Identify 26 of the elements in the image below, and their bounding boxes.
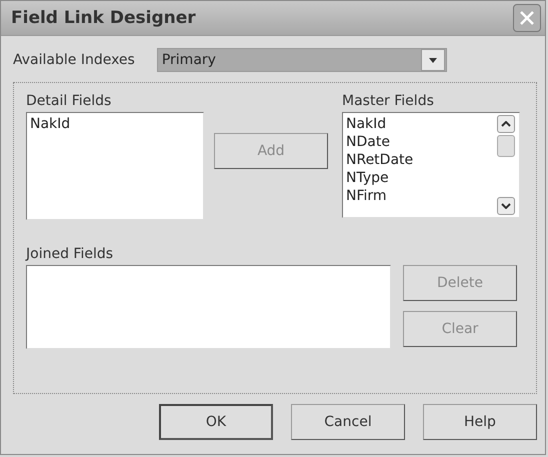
joined-fields-label: Joined Fields — [26, 246, 114, 262]
scroll-up-button[interactable] — [497, 115, 515, 133]
list-item[interactable]: NType — [346, 169, 494, 187]
joined-fields-list[interactable] — [26, 265, 391, 349]
dialog-button[interactable]: OK — [159, 404, 273, 440]
close-icon — [519, 10, 535, 26]
master-fields-list[interactable]: NakId NDate NRetDate NType NFirm — [342, 112, 520, 218]
list-item[interactable]: NRetDate — [346, 151, 494, 169]
indexes-dropdown[interactable]: Primary — [156, 48, 447, 72]
master-fields-label: Master Fields — [342, 93, 435, 109]
chevron-down-icon — [501, 203, 511, 209]
list-item[interactable]: NDate — [346, 133, 494, 151]
detail-fields-label: Detail Fields — [26, 93, 112, 109]
list-item[interactable]: NakId — [346, 115, 494, 133]
dialog-button[interactable]: Cancel — [291, 404, 405, 440]
list-item[interactable]: NFirm — [346, 187, 494, 205]
scroll-thumb[interactable] — [497, 135, 515, 157]
dialog-button[interactable]: Help — [423, 404, 537, 440]
indexes-label: Available Indexes — [13, 52, 135, 68]
list-item[interactable]: NakId — [30, 115, 200, 133]
scroll-down-button[interactable] — [497, 197, 515, 215]
close-button[interactable] — [513, 4, 541, 32]
chevron-up-icon — [501, 121, 511, 127]
window-title: Field Link Designer — [11, 8, 196, 28]
caret-icon — [428, 58, 437, 62]
detail-fields-list[interactable]: NakId — [26, 112, 204, 220]
